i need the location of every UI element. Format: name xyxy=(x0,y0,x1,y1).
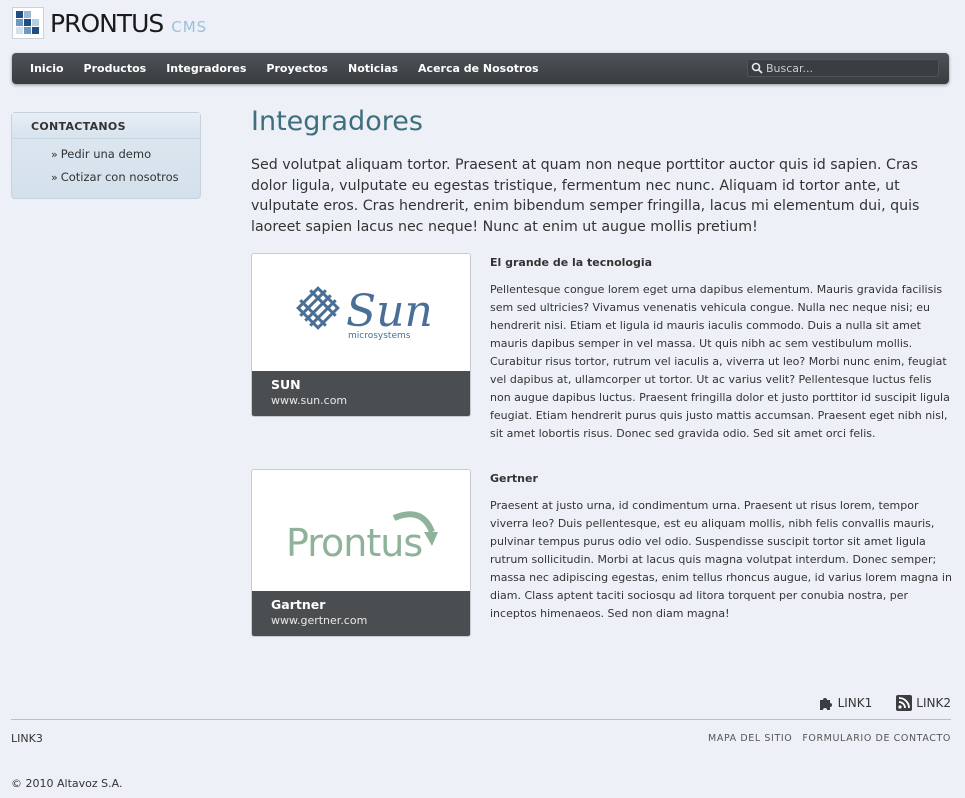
entry-title: Gertner xyxy=(490,472,538,485)
link1-label: LINK1 xyxy=(837,696,873,710)
card-url[interactable]: www.sun.com xyxy=(271,394,470,407)
footer-link1[interactable]: LINK1 xyxy=(818,695,873,711)
nav-item-integradores[interactable]: Integradores xyxy=(166,62,246,75)
sidebar-list: » Pedir una demo » Cotizar con nosotros xyxy=(12,139,200,192)
footer-nav-sitemap[interactable]: MAPA DEL SITIO xyxy=(708,733,792,744)
integrator-card-sun[interactable]: Sun microsystems SUN www.sun.com xyxy=(251,253,471,417)
sidebar-item-cotizar[interactable]: » Cotizar con nosotros xyxy=(12,169,200,192)
footer-nav-contact[interactable]: FORMULARIO DE CONTACTO xyxy=(802,733,951,744)
search-box xyxy=(747,59,939,77)
search-input[interactable] xyxy=(766,61,926,75)
sidebar-item-label: Cotizar con nosotros xyxy=(60,170,179,184)
main-nav: Inicio Productos Integradores Proyectos … xyxy=(12,53,949,84)
nav-item-inicio[interactable]: Inicio xyxy=(30,62,64,75)
footer-social-links: LINK1 LINK2 xyxy=(794,695,951,711)
footer-nav: MAPA DEL SITIO FORMULARIO DE CONTACTO xyxy=(698,733,951,744)
search-icon[interactable] xyxy=(748,59,766,77)
puzzle-icon xyxy=(819,698,832,710)
sidebar-item-label: Pedir una demo xyxy=(60,147,152,161)
card-footer: SUN www.sun.com xyxy=(252,371,470,416)
card-name: SUN xyxy=(271,377,301,392)
intro-paragraph: Sed volutpat aliquam tortor. Praesent at… xyxy=(251,157,920,235)
contact-sidebar: CONTACTANOS » Pedir una demo » Cotizar con… xyxy=(11,112,201,199)
page-title: Integradores xyxy=(251,106,423,137)
nav-item-productos[interactable]: Productos xyxy=(84,62,147,75)
footer-link2[interactable]: LINK2 xyxy=(896,695,951,711)
footer-divider xyxy=(11,719,951,720)
copyright: © 2010 Altavoz S.A. xyxy=(11,777,123,790)
card-footer: Gartner www.gertner.com xyxy=(252,591,470,636)
sidebar-item-demo[interactable]: » Pedir una demo xyxy=(12,146,200,169)
footer-link3[interactable]: LINK3 xyxy=(11,732,43,745)
nav-item-acerca[interactable]: Acerca de Nosotros xyxy=(418,62,539,75)
brand-name: PRONTUS xyxy=(50,8,164,38)
nav-item-proyectos[interactable]: Proyectos xyxy=(266,62,328,75)
nav-item-noticias[interactable]: Noticias xyxy=(348,62,398,75)
brand-suffix: CMS xyxy=(171,18,208,36)
link2-label: LINK2 xyxy=(916,696,951,710)
prontus-logo-icon xyxy=(12,7,44,39)
bullet-icon: » xyxy=(51,171,58,184)
rss-icon xyxy=(896,695,913,711)
prontus-card-logo: Prontus xyxy=(252,470,470,591)
bullet-icon: » xyxy=(51,148,58,161)
entry-body: Praesent at justo urna, id condimentum u… xyxy=(490,499,952,620)
sun-logo-text: Sun xyxy=(346,286,433,337)
card-name: Gartner xyxy=(271,597,326,612)
site-logo[interactable]: PRONTUS CMS xyxy=(12,6,207,40)
sun-logo-subtext: microsystems xyxy=(348,331,411,341)
entry-title: El grande de la tecnologia xyxy=(490,256,653,269)
entry-body: Pellentesque congue lorem eget urna dapi… xyxy=(490,283,950,440)
sun-logo: Sun microsystems xyxy=(252,254,470,371)
prontus-logo-text: Prontus xyxy=(286,521,422,565)
integrator-card-gartner[interactable]: Prontus Gartner www.gertner.com xyxy=(251,469,471,637)
sidebar-title: CONTACTANOS xyxy=(12,113,200,139)
card-url[interactable]: www.gertner.com xyxy=(271,614,470,627)
